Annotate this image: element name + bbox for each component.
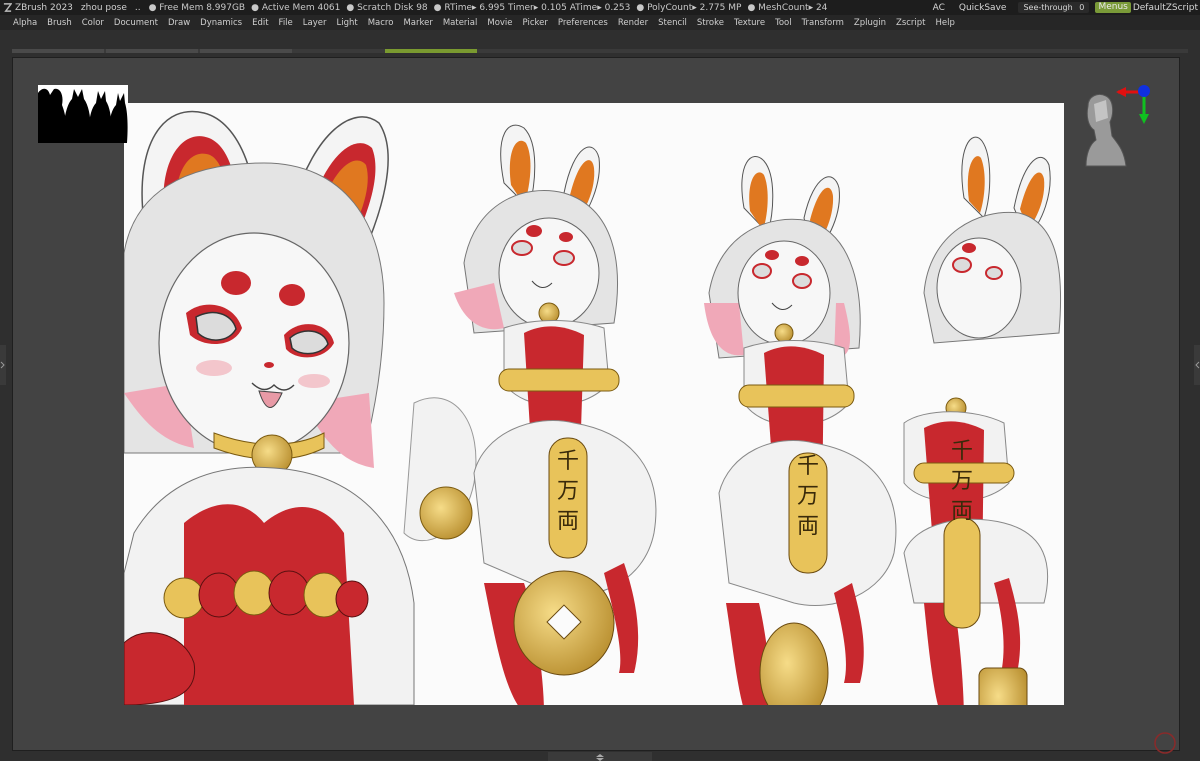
menu-movie[interactable]: Movie [482, 18, 517, 28]
mug-char-1b: 千 [797, 454, 819, 479]
menu-tool[interactable]: Tool [770, 18, 797, 28]
title-bar-right: AC QuickSave See-through 0 Menus Default… [923, 0, 1200, 15]
stat-polycount: ● PolyCount▸ 2.775 MP [636, 2, 742, 13]
document-tab-active[interactable] [385, 49, 477, 53]
document-tab-strip [12, 49, 1188, 53]
rotate-ring-icon[interactable] [1152, 730, 1178, 756]
menu-help[interactable]: Help [931, 18, 960, 28]
menu-draw[interactable]: Draw [163, 18, 195, 28]
stat-timers: ● RTime▸ 6.995 Timer▸ 0.105 ATime▸ 0.253 [433, 2, 631, 13]
standing-character-3 [903, 136, 1062, 705]
app-title: ZBrush 2023 [15, 2, 73, 13]
menu-stroke[interactable]: Stroke [692, 18, 729, 28]
quicksave-button[interactable]: QuickSave [959, 3, 1007, 13]
menu-texture[interactable]: Texture [729, 18, 770, 28]
menu-zscript[interactable]: Zscript [891, 18, 931, 28]
left-tray-handle[interactable] [0, 345, 6, 385]
menu-edit[interactable]: Edit [247, 18, 273, 28]
head-navigator-icon[interactable] [1078, 84, 1156, 174]
menu-zplugin[interactable]: Zplugin [849, 18, 891, 28]
zscript-name[interactable]: DefaultZScript [1133, 3, 1198, 13]
see-through-value: 0 [1079, 3, 1085, 12]
right-tray-handle[interactable] [1194, 345, 1200, 385]
mug-char-3b: 両 [797, 514, 819, 539]
menu-transform[interactable]: Transform [797, 18, 849, 28]
stat-scratch-disk: ● Scratch Disk 98 [346, 2, 428, 13]
menu-layer[interactable]: Layer [298, 18, 332, 28]
menu-dynamics[interactable]: Dynamics [195, 18, 247, 28]
axis-gizmo-icon [1085, 85, 1150, 167]
menu-light[interactable]: Light [331, 18, 362, 28]
menu-preferences[interactable]: Preferences [553, 18, 613, 28]
see-through-slider[interactable]: See-through 0 [1018, 2, 1090, 13]
expand-arrows-icon [596, 753, 604, 761]
document-tab[interactable] [200, 49, 292, 53]
mug-char-2c: 万 [951, 469, 973, 494]
zbrush-logo-icon [3, 3, 12, 12]
menu-macro[interactable]: Macro [363, 18, 399, 28]
silhouette-image [38, 88, 128, 143]
document-tab[interactable] [106, 49, 198, 53]
menu-document[interactable]: Document [109, 18, 163, 28]
chevron-left-icon [1195, 361, 1200, 369]
bottom-tray-handle[interactable] [548, 752, 652, 761]
chevron-right-icon [0, 361, 5, 369]
ac-button[interactable]: AC [933, 3, 945, 13]
mug-char-1c: 千 [951, 439, 973, 464]
menu-file[interactable]: File [274, 18, 298, 28]
mug-char-3c: 両 [951, 499, 973, 524]
menus-toggle-button[interactable]: Menus [1095, 2, 1131, 13]
menu-material[interactable]: Material [438, 18, 483, 28]
mug-char-2b: 万 [797, 484, 819, 509]
mug-char-3: 両 [557, 509, 579, 534]
menu-brush[interactable]: Brush [42, 18, 77, 28]
document-tab[interactable] [12, 49, 104, 53]
silhouette-thumbnail[interactable] [38, 85, 128, 143]
document-canvas[interactable]: 千 万 両 千 万 両 千 万 両 [124, 103, 1064, 705]
menu-alpha[interactable]: Alpha [8, 18, 42, 28]
project-name: zhou pose [80, 2, 127, 13]
stat-active-mem: ● Active Mem 4061 [251, 2, 341, 13]
stat-free-mem: ● Free Mem 8.997GB [148, 2, 246, 13]
menu-color[interactable]: Color [77, 18, 109, 28]
mug-char-1: 千 [557, 449, 579, 474]
standing-character-2 [704, 156, 897, 705]
title-ellipsis: .. [134, 2, 141, 13]
menu-marker[interactable]: Marker [398, 18, 437, 28]
mug-char-2: 万 [557, 479, 579, 504]
menu-picker[interactable]: Picker [518, 18, 553, 28]
menu-bar: Alpha Brush Color Document Draw Dynamics… [0, 15, 1200, 30]
menu-render[interactable]: Render [613, 18, 653, 28]
stat-meshcount: ● MeshCount▸ 24 [747, 2, 828, 13]
see-through-label: See-through [1023, 3, 1073, 12]
closeup-character [124, 110, 477, 705]
rendered-model-image: 千 万 両 千 万 両 千 万 両 [124, 110, 1062, 705]
title-bar: ZBrush 2023 zhou pose .. ● Free Mem 8.99… [0, 0, 1200, 15]
menu-stencil[interactable]: Stencil [653, 18, 692, 28]
